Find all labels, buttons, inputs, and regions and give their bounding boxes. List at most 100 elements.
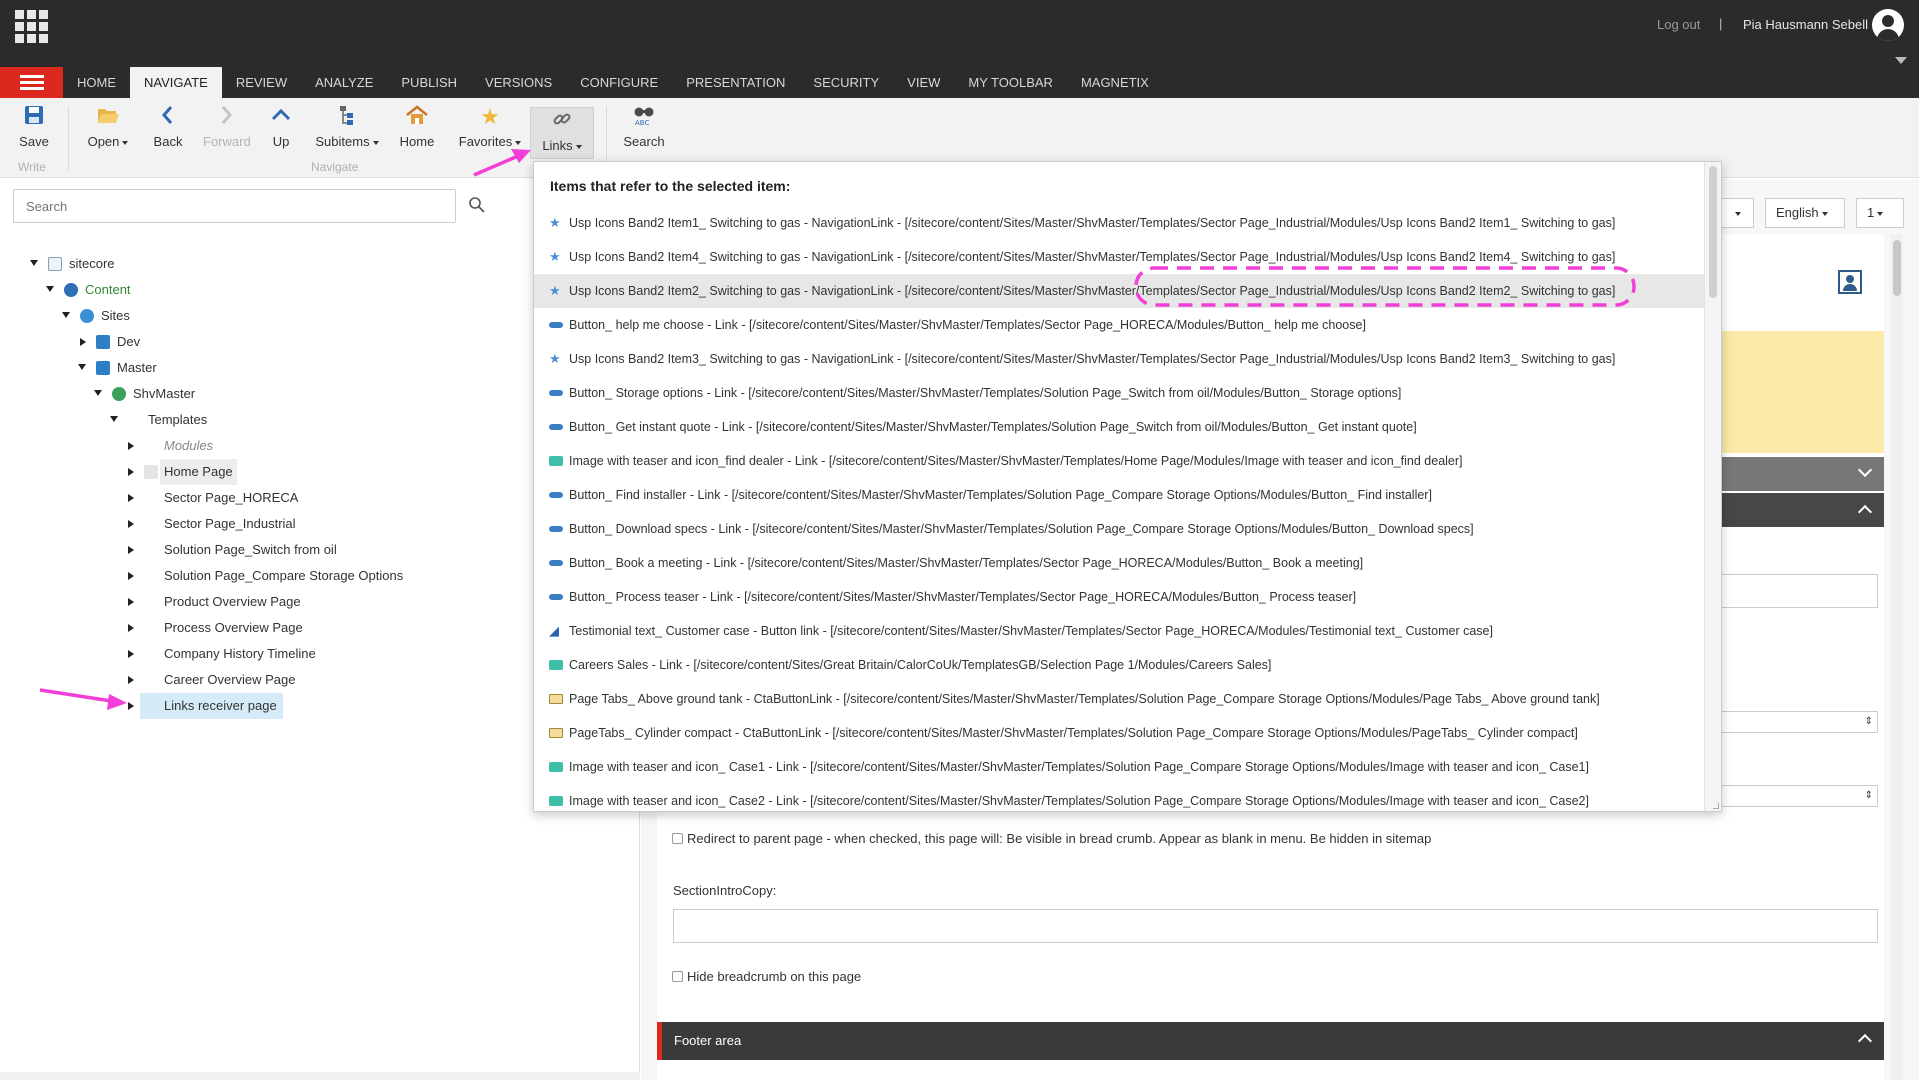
vertical-scrollbar[interactable] <box>1891 234 1903 1080</box>
tree-node-sitecore[interactable]: sitecore <box>20 251 620 277</box>
tree-node-dev[interactable]: Dev <box>20 329 620 355</box>
checkbox[interactable] <box>672 971 683 982</box>
tab-configure[interactable]: CONFIGURE <box>566 67 672 98</box>
checkbox[interactable] <box>672 833 683 844</box>
forward-button[interactable]: Forward <box>203 104 251 154</box>
collapse-toggle-icon[interactable] <box>46 286 54 292</box>
tab-navigate[interactable]: NAVIGATE <box>130 67 222 98</box>
tab-versions[interactable]: VERSIONS <box>471 67 566 98</box>
language-dropdown[interactable]: English <box>1765 198 1845 228</box>
profile-card-icon[interactable] <box>1838 270 1862 294</box>
expand-toggle-icon[interactable] <box>128 650 134 658</box>
tree-node-shvmaster[interactable]: ShvMaster <box>20 381 620 407</box>
tree-node-modules[interactable]: Modules <box>20 433 620 459</box>
select-field[interactable]: ⇕ <box>1712 785 1878 807</box>
tab-magnetix[interactable]: MAGNETIX <box>1067 67 1163 98</box>
tree-node-content[interactable]: Content <box>20 277 620 303</box>
collapse-toggle-icon[interactable] <box>30 260 38 266</box>
link-reference-item[interactable]: Image with teaser and icon_find dealer -… <box>534 444 1705 478</box>
link-reference-item[interactable]: ◢ Testimonial text_ Customer case - Butto… <box>534 614 1705 648</box>
text-field[interactable] <box>1712 574 1878 608</box>
expand-toggle-icon[interactable] <box>128 702 134 710</box>
redirect-to-parent-checkbox[interactable]: Redirect to parent page - when checked, … <box>672 831 1431 846</box>
tree-node-solution-compare[interactable]: Solution Page_Compare Storage Options <box>20 563 620 589</box>
link-reference-item[interactable]: ★ Usp Icons Band2 Item4_ Switching to gas… <box>534 240 1705 274</box>
search-input[interactable] <box>13 189 456 223</box>
link-reference-item[interactable]: Button_ Find installer - Link - [/siteco… <box>534 478 1705 512</box>
tree-node-master[interactable]: Master <box>20 355 620 381</box>
tree-node-templates[interactable]: Templates <box>20 407 620 433</box>
tab-analyze[interactable]: ANALYZE <box>301 67 387 98</box>
section-header-collapsed[interactable] <box>1712 457 1884 491</box>
ribbon-collapse-icon[interactable] <box>1895 57 1907 64</box>
link-reference-item[interactable]: Page Tabs_ Above ground tank - CtaButton… <box>534 682 1705 716</box>
collapse-toggle-icon[interactable] <box>78 364 86 370</box>
links-button[interactable]: Links <box>530 107 594 159</box>
link-reference-item[interactable]: Button_ Download specs - Link - [/siteco… <box>534 512 1705 546</box>
select-field[interactable]: ⇕ <box>1712 711 1878 733</box>
link-reference-item[interactable]: PageTabs_ Cylinder compact - CtaButtonLi… <box>534 716 1705 750</box>
expand-toggle-icon[interactable] <box>128 468 134 476</box>
expand-toggle-icon[interactable] <box>80 338 86 346</box>
collapse-toggle-icon[interactable] <box>110 416 118 422</box>
expand-toggle-icon[interactable] <box>128 598 134 606</box>
tree-node-career-overview[interactable]: Career Overview Page <box>20 667 620 693</box>
expand-toggle-icon[interactable] <box>128 546 134 554</box>
link-reference-item[interactable]: ★ Usp Icons Band2 Item2_ Switching to gas… <box>534 274 1705 308</box>
open-button[interactable]: Open <box>84 104 132 154</box>
footer-area-section[interactable]: Footer area <box>657 1022 1884 1060</box>
tab-review[interactable]: REVIEW <box>222 67 301 98</box>
link-reference-item[interactable]: Image with teaser and icon_ Case2 - Link… <box>534 784 1705 811</box>
link-reference-item[interactable]: Image with teaser and icon_ Case1 - Link… <box>534 750 1705 784</box>
tree-node-process-overview[interactable]: Process Overview Page <box>20 615 620 641</box>
expand-toggle-icon[interactable] <box>128 572 134 580</box>
save-button[interactable]: Save <box>14 104 54 154</box>
link-reference-item[interactable]: Careers Sales - Link - [/sitecore/conten… <box>534 648 1705 682</box>
horizontal-scrollbar[interactable] <box>0 1072 640 1080</box>
logout-link[interactable]: Log out <box>1657 17 1700 32</box>
version-dropdown[interactable]: 1 <box>1856 198 1904 228</box>
tab-view[interactable]: VIEW <box>893 67 954 98</box>
hide-breadcrumb-checkbox[interactable]: Hide breadcrumb on this page <box>672 969 861 984</box>
link-reference-item[interactable]: ★ Usp Icons Band2 Item1_ Switching to gas… <box>534 206 1705 240</box>
tree-node-links-receiver[interactable]: Links receiver page <box>20 693 620 719</box>
menu-icon[interactable] <box>0 67 63 98</box>
up-button[interactable]: Up <box>268 104 294 154</box>
home-button[interactable]: Home <box>398 104 436 154</box>
expand-toggle-icon[interactable] <box>128 494 134 502</box>
expand-toggle-icon[interactable] <box>128 520 134 528</box>
popup-scrollbar[interactable] <box>1704 162 1721 811</box>
favorites-button[interactable]: ★ Favorites <box>456 104 524 154</box>
tab-security[interactable]: SECURITY <box>799 67 893 98</box>
resize-grip-icon[interactable] <box>1713 803 1719 809</box>
avatar[interactable] <box>1872 9 1904 41</box>
tab-my-toolbar[interactable]: MY TOOLBAR <box>954 67 1067 98</box>
app-launcher-icon[interactable] <box>15 10 48 43</box>
tab-publish[interactable]: PUBLISH <box>387 67 471 98</box>
subitems-button[interactable]: Subitems <box>312 104 382 154</box>
expand-toggle-icon[interactable] <box>128 624 134 632</box>
back-button[interactable]: Back <box>150 104 186 154</box>
tab-presentation[interactable]: PRESENTATION <box>672 67 799 98</box>
collapse-toggle-icon[interactable] <box>62 312 70 318</box>
search-button[interactable]: ABC Search <box>622 104 666 154</box>
link-reference-item[interactable]: ★ Usp Icons Band2 Item3_ Switching to gas… <box>534 342 1705 376</box>
link-reference-item[interactable]: Button_ Storage options - Link - [/sitec… <box>534 376 1705 410</box>
link-reference-item[interactable]: Button_ help me choose - Link - [/siteco… <box>534 308 1705 342</box>
tree-node-sector-horeca[interactable]: Sector Page_HORECA <box>20 485 620 511</box>
tab-home[interactable]: HOME <box>63 67 130 98</box>
tree-node-solution-switch[interactable]: Solution Page_Switch from oil <box>20 537 620 563</box>
user-name[interactable]: Pia Hausmann Sebell <box>1743 17 1868 32</box>
link-reference-item[interactable]: Button_ Book a meeting - Link - [/siteco… <box>534 546 1705 580</box>
tree-node-sites[interactable]: Sites <box>20 303 620 329</box>
link-reference-item[interactable]: Button_ Process teaser - Link - [/siteco… <box>534 580 1705 614</box>
tree-node-product-overview[interactable]: Product Overview Page <box>20 589 620 615</box>
section-header-expanded[interactable] <box>1712 493 1884 527</box>
expand-toggle-icon[interactable] <box>128 676 134 684</box>
search-icon[interactable] <box>468 196 486 214</box>
link-reference-item[interactable]: Button_ Get instant quote - Link - [/sit… <box>534 410 1705 444</box>
tree-node-sector-industrial[interactable]: Sector Page_Industrial <box>20 511 620 537</box>
section-intro-input[interactable] <box>673 909 1878 943</box>
collapse-toggle-icon[interactable] <box>94 390 102 396</box>
expand-toggle-icon[interactable] <box>128 442 134 450</box>
